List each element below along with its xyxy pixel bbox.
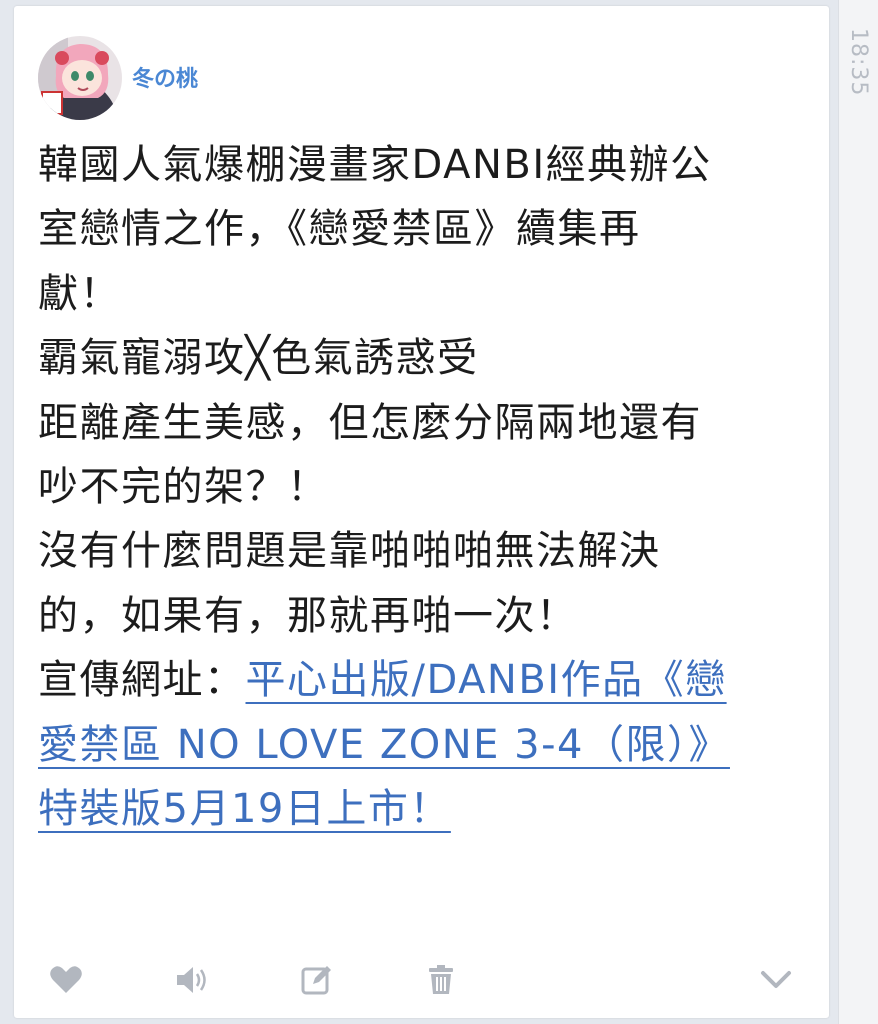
- avatar-image: [38, 36, 122, 120]
- audio-button[interactable]: [172, 960, 212, 1000]
- post-text-line: 沒有什麼問題是靠啪啪啪無法解決: [38, 528, 661, 575]
- action-bar: [0, 952, 878, 1008]
- post-text-line: 的，如果有，那就再啪一次！: [38, 592, 578, 639]
- heart-icon: [50, 966, 82, 993]
- speaker-icon: [177, 967, 206, 993]
- post-text-line: 吵不完的架？！: [38, 463, 329, 510]
- promo-line: 宣傳網址：平心出版/DANBI作品《戀: [38, 648, 808, 712]
- post-text-line: 韓國人氣爆棚漫畫家DANBI經典辦公: [38, 142, 712, 188]
- post-body: 韓國人氣爆棚漫畫家DANBI經典辦公 室戀情之作，《戀愛禁區》續集再 獻！ 霸氣…: [38, 133, 808, 841]
- post-text-line: 獻！: [38, 270, 121, 317]
- delete-button[interactable]: [421, 960, 461, 1000]
- username[interactable]: 冬の桃: [132, 61, 198, 93]
- promo-link[interactable]: 特裝版5月19日上市！: [38, 786, 451, 832]
- expand-button[interactable]: [756, 960, 796, 1000]
- post-text-line: 距離產生美感，但怎麼分隔兩地還有: [38, 399, 702, 446]
- promo-label: 宣傳網址：: [38, 657, 246, 704]
- right-rail: [838, 0, 878, 1024]
- chevron-down-icon: [761, 971, 791, 988]
- promo-link[interactable]: 愛禁區 NO LOVE ZONE 3-4（限）》: [38, 722, 730, 768]
- post-text-line: 霸氣寵溺攻╳色氣誘惑受: [38, 335, 479, 382]
- time-indicator: 18:35: [846, 28, 871, 97]
- edit-icon: [301, 966, 331, 995]
- promo-link[interactable]: 平心出版/DANBI作品《戀: [246, 657, 727, 703]
- post-text-line: 室戀情之作，《戀愛禁區》續集再: [38, 206, 641, 253]
- like-button[interactable]: [46, 960, 86, 1000]
- trash-icon: [429, 965, 453, 994]
- edit-button[interactable]: [297, 960, 337, 1000]
- avatar[interactable]: [38, 36, 122, 120]
